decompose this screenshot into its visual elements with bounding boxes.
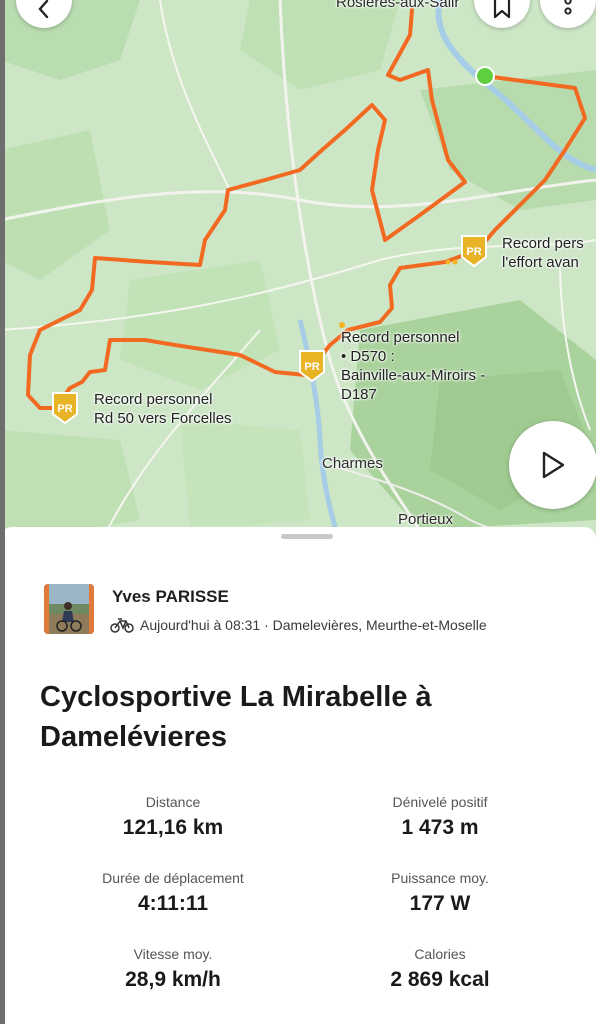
play-flyover-button[interactable]: [509, 421, 596, 509]
activity-sheet[interactable]: Yves PARISSE Aujourd'hui à 08:31 · Damel…: [0, 527, 596, 1024]
activity-title: Cyclosportive La Mirabelle à Dameléviere…: [40, 681, 432, 753]
more-vertical-icon: [564, 0, 572, 15]
svg-text:PR: PR: [466, 246, 481, 258]
stat-value: 1 473 m: [401, 816, 479, 839]
stat-value: 28,9 km/h: [125, 968, 221, 991]
stat-label: Distance: [145, 794, 201, 810]
town-label: Charmes: [322, 455, 383, 472]
play-icon: [542, 451, 565, 479]
stat-average-speed: Vitesse moy. 28,9 km/h: [53, 946, 293, 992]
record-label: Record personnel • D570 : Bainville-aux-…: [341, 329, 486, 403]
bike-icon: [110, 618, 134, 633]
chevron-left-icon: [38, 0, 49, 19]
map-background: [0, 0, 596, 545]
bookmark-icon: [493, 0, 511, 19]
stat-label: Puissance moy.: [391, 870, 489, 886]
svg-text:PR: PR: [57, 403, 72, 415]
stat-calories: Calories 2 869 kcal: [320, 946, 560, 992]
screen-edge: [0, 0, 5, 1024]
stat-moving-time: Durée de déplacement 4:11:11: [53, 870, 293, 916]
stat-label: Dénivelé positif: [392, 794, 488, 810]
stat-label: Calories: [414, 946, 466, 962]
stat-elevation-gain: Dénivelé positif 1 473 m: [320, 794, 560, 840]
svg-text:PR: PR: [304, 361, 319, 373]
stat-value: 121,16 km: [122, 816, 224, 839]
drag-handle[interactable]: [281, 534, 333, 539]
stat-label: Durée de déplacement: [102, 870, 244, 886]
record-label: Record pers l'effort avan: [502, 235, 584, 271]
pr-badge-icon[interactable]: PR: [297, 348, 327, 384]
activity-meta: Aujourd'hui à 08:31 · Damelevières, Meur…: [110, 617, 487, 633]
town-label: Portieux: [398, 511, 454, 528]
stat-value: 2 869 kcal: [390, 968, 490, 991]
pr-badge-icon[interactable]: PR: [50, 390, 80, 426]
stat-value: 177 W: [409, 892, 471, 915]
record-label: Record personnel Rd 50 vers Forcelles: [94, 391, 232, 427]
stat-label: Vitesse moy.: [133, 946, 213, 962]
stat-value: 4:11:11: [137, 892, 209, 915]
town-label: Rosières-aux-Salir: [336, 0, 460, 11]
athlete-name[interactable]: Yves PARISSE: [112, 587, 229, 607]
avatar[interactable]: [44, 584, 94, 634]
avatar-photo: [44, 584, 94, 634]
stat-average-power: Puissance moy. 177 W: [320, 870, 560, 916]
start-marker: [475, 66, 495, 86]
activity-meta-text: Aujourd'hui à 08:31 · Damelevières, Meur…: [140, 617, 487, 633]
pr-badge-icon[interactable]: PR: [459, 233, 489, 269]
route-map[interactable]: PR PR PR Record pers l'effort avan Recor…: [0, 0, 596, 545]
stat-distance: Distance 121,16 km: [53, 794, 293, 840]
